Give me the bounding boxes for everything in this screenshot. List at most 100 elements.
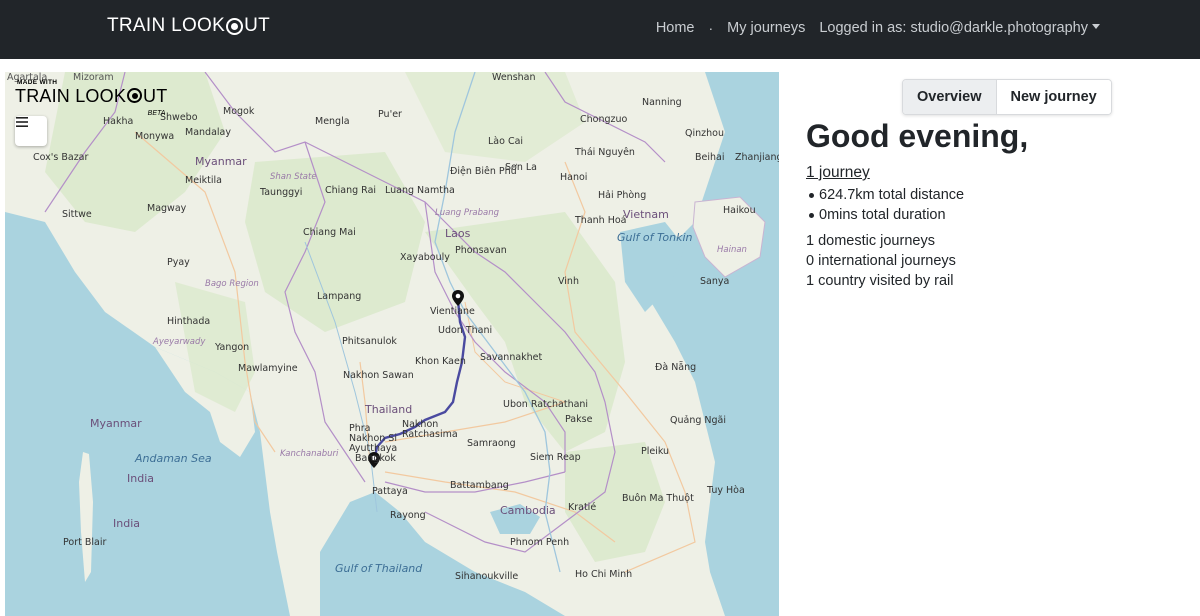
total-duration: 0mins total duration [808,205,964,225]
map-label: Phitsanulok [342,336,397,347]
map-label: Vientiane [430,306,475,317]
map-label: Thanh Hoá [575,215,627,226]
hamburger-icon [16,117,28,127]
map-label: Khon Kaen [415,356,466,367]
badge-text-prefix: TRAIN LOOK [15,85,127,106]
map-label: Sơn La [505,162,537,173]
nav-my-journeys-link[interactable]: My journeys [727,20,805,36]
brand-logo[interactable]: TRAIN LOOK UT [107,15,270,37]
countries-visited-count: 1 country visited by rail [806,273,954,289]
map-label: Vietnam [623,208,669,221]
map-label: Yangon [215,342,250,353]
map-label: Chiang Mai [303,227,356,238]
map-label: Kratié [568,502,597,513]
badge-text-suffix: UT [143,85,168,106]
map-label: Zhanjiang [735,152,779,163]
journeys-count-link[interactable]: 1 journey [806,164,870,182]
map-label: Mogok [223,106,255,117]
map-label: Gulf of Tonkin [617,231,693,244]
map-label: Pleiku [641,446,670,457]
map-label: Ho Chi Minh [575,569,633,580]
map-label: Buôn Ma Thuột [622,493,694,504]
map-label: Savannakhet [480,352,543,363]
map-label: Hanoi [560,172,588,183]
journey-counts: 1 domestic journeys 0 international jour… [806,231,956,291]
map-label: Hinthada [167,316,211,327]
map-label: Nakhon Ratchasima [402,419,458,440]
map-label: Lampang [317,291,362,302]
map-label: Sanya [700,276,730,287]
nav-home-link[interactable]: Home [656,20,695,36]
user-menu-label: Logged in as: studio@darkle.photography [819,20,1088,36]
map-label: Taunggyi [260,187,303,198]
journey-map[interactable]: Agartala Mizoram Wenshan Chongzuo Nannin… [5,72,779,616]
map-label: Pakse [565,414,593,425]
caret-down-icon [1092,23,1100,29]
map-label: Port Blair [63,537,107,548]
map-label: Monywa [135,131,175,142]
map-label: Quảng Ngãi [670,415,726,426]
map-label: Bago Region [205,279,259,289]
map-label: Luang Namtha [385,185,455,196]
total-distance: 624.7km total distance [808,187,965,203]
user-menu-dropdown[interactable]: Logged in as: studio@darkle.photography [819,20,1100,36]
map-label: Kanchanaburi [280,449,339,459]
map-label: Cambodia [500,504,556,517]
map-label: Meiktila [185,175,223,186]
top-navbar: TRAIN LOOK UT Home · My journeys Logged i… [0,0,1200,59]
map-label: Lào Cai [488,136,524,147]
map-pin-icon[interactable] [452,290,464,306]
map-label: Haikou [723,205,756,216]
view-tabs: Overview New journey [902,79,1112,115]
nav-links: Home · My journeys Logged in as: studio@… [656,20,1100,36]
map-label: Nakhon Sawan [343,370,414,381]
map-label: Battambang [450,480,509,491]
map-label: Mengla [315,116,350,127]
map-label: Ubon Ratchathani [503,399,589,410]
map-label: Shwebo [160,112,198,123]
map-label: India [113,517,140,530]
map-label: Pyay [167,257,190,268]
map-label: Hainan [717,245,747,255]
badge-beta: BETA [147,110,166,117]
map-label: Mandalay [185,127,231,138]
map-label: Pattaya [372,486,408,497]
map-label: India [127,472,154,485]
map-label: Ayeyarwady [153,337,206,347]
tab-overview[interactable]: Overview [903,80,996,114]
map-label: Laos [445,227,471,240]
map-label: Chongzuo [580,114,628,125]
map-label: Hải Phòng [598,190,647,201]
train-wheel-icon [226,17,244,35]
map-label: Qinzhou [685,128,724,139]
map-label: Pu'er [378,109,402,120]
map-label: Gulf of Thailand [335,562,423,575]
map-label: Cox's Bazar [33,152,89,163]
map-label: Andaman Sea [135,452,212,465]
map-label: Phonsavan [455,245,507,256]
map-label: Thái Nguyên [575,147,635,158]
map-label: Myanmar [90,417,142,430]
map-label: Phnom Penh [510,537,570,548]
map-label: Nanning [642,97,682,108]
map-label: Bangkok [355,453,396,464]
map-label: Đà Nẵng [655,362,697,373]
map-label: Vinh [558,276,579,287]
map-label: Siem Reap [530,452,581,463]
nav-separator: · [708,20,714,36]
map-label: Chiang Rai [325,185,377,196]
tab-new-journey[interactable]: New journey [995,80,1111,114]
map-label: Beihai [695,152,725,163]
map-label: Shan State [270,172,317,182]
brand-text-prefix: TRAIN LOOK [107,15,226,36]
map-label: Xayabouly [400,252,450,263]
map-label: Udon Thani [438,325,493,336]
map-label: Magway [147,203,187,214]
journey-stats-list: 624.7km total distance 0mins total durat… [806,185,964,225]
map-label: Myanmar [195,155,247,168]
map-menu-button[interactable] [15,116,47,146]
map-label: Luang Prabang [435,208,500,218]
map-label: Wenshan [492,72,536,83]
train-wheel-icon [127,88,143,103]
map-label: Thailand [365,403,413,416]
